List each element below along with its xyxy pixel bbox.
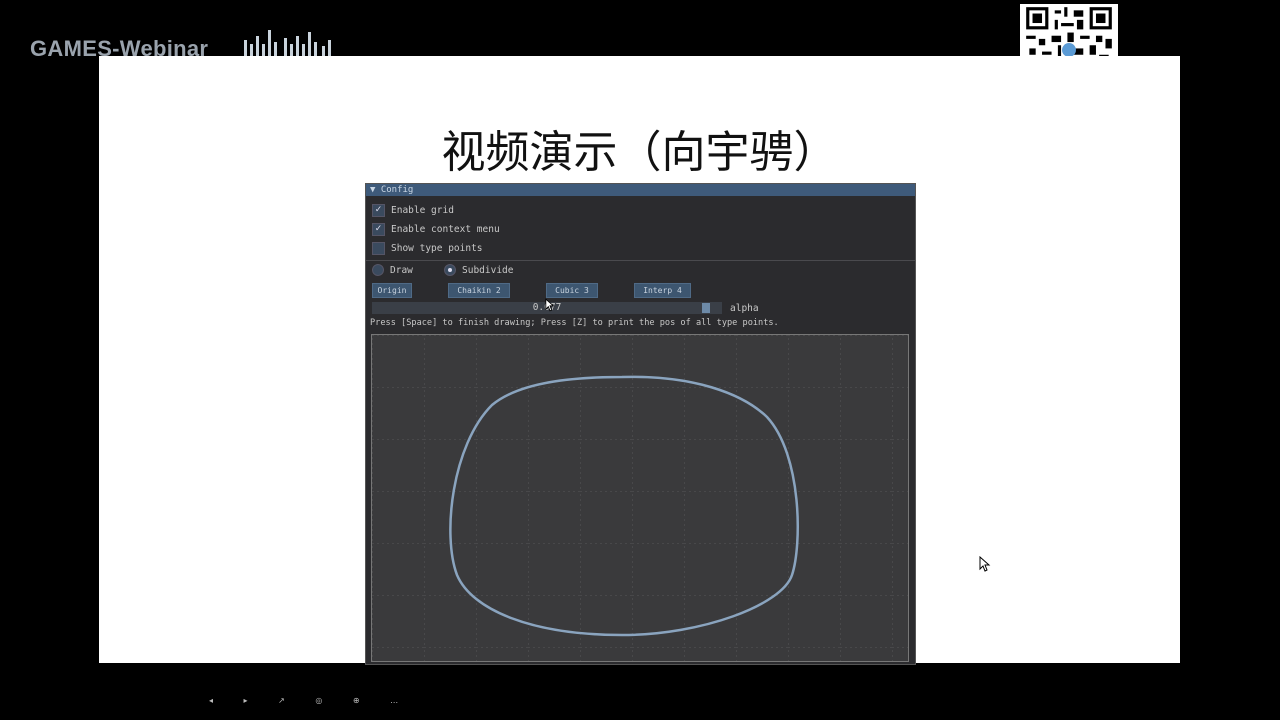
slide-toolbar[interactable]: ◂ ▸ ↗ ◎ ⊕ …	[209, 696, 412, 705]
mouse-cursor-icon	[979, 556, 991, 572]
checkmark-icon[interactable]: ✓	[372, 223, 385, 236]
checkbox-label: Show type points	[391, 243, 483, 254]
window-title-bar[interactable]: ▼ Config	[366, 184, 915, 196]
checkbox-label: Enable context menu	[391, 224, 500, 235]
radio-draw[interactable]: Draw	[372, 264, 413, 276]
checkbox-enable-context-menu[interactable]: ✓ Enable context menu	[372, 223, 500, 236]
checkbox-empty[interactable]	[372, 242, 385, 255]
checkbox-enable-grid[interactable]: ✓ Enable grid	[372, 204, 454, 217]
radio-label: Draw	[390, 264, 413, 276]
checkbox-show-type-points[interactable]: Show type points	[372, 242, 483, 255]
slider-grab[interactable]	[702, 303, 710, 313]
radio-button[interactable]	[444, 264, 456, 276]
slider-label: alpha	[730, 303, 759, 314]
drawing-canvas[interactable]	[371, 334, 909, 662]
slide-title: 视频演示（向宇骋）	[441, 127, 838, 178]
checkmark-icon[interactable]: ✓	[372, 204, 385, 217]
window-title: Config	[380, 185, 414, 195]
radio-button[interactable]	[372, 264, 384, 276]
button-origin[interactable]: Origin	[372, 283, 412, 298]
canvas-grid-and-curve	[372, 335, 908, 661]
collapse-arrow-icon[interactable]: ▼	[370, 185, 375, 195]
button-cubic[interactable]: Cubic 3	[546, 283, 598, 298]
button-chaikin[interactable]: Chaikin 2	[448, 283, 510, 298]
hint-text: Press [Space] to finish drawing; Press […	[370, 318, 779, 328]
separator	[366, 260, 915, 261]
checkbox-label: Enable grid	[391, 205, 454, 216]
radio-subdivide[interactable]: Subdivide	[444, 264, 513, 276]
button-interp[interactable]: Interp 4	[634, 283, 691, 298]
slide: 视频演示（向宇骋） ▼ Config ✓ Enable grid ✓ Enabl…	[99, 56, 1180, 705]
config-window: ▼ Config ✓ Enable grid ✓ Enable context …	[365, 183, 916, 665]
radio-label: Subdivide	[462, 264, 514, 276]
mouse-cursor-icon	[545, 298, 555, 312]
